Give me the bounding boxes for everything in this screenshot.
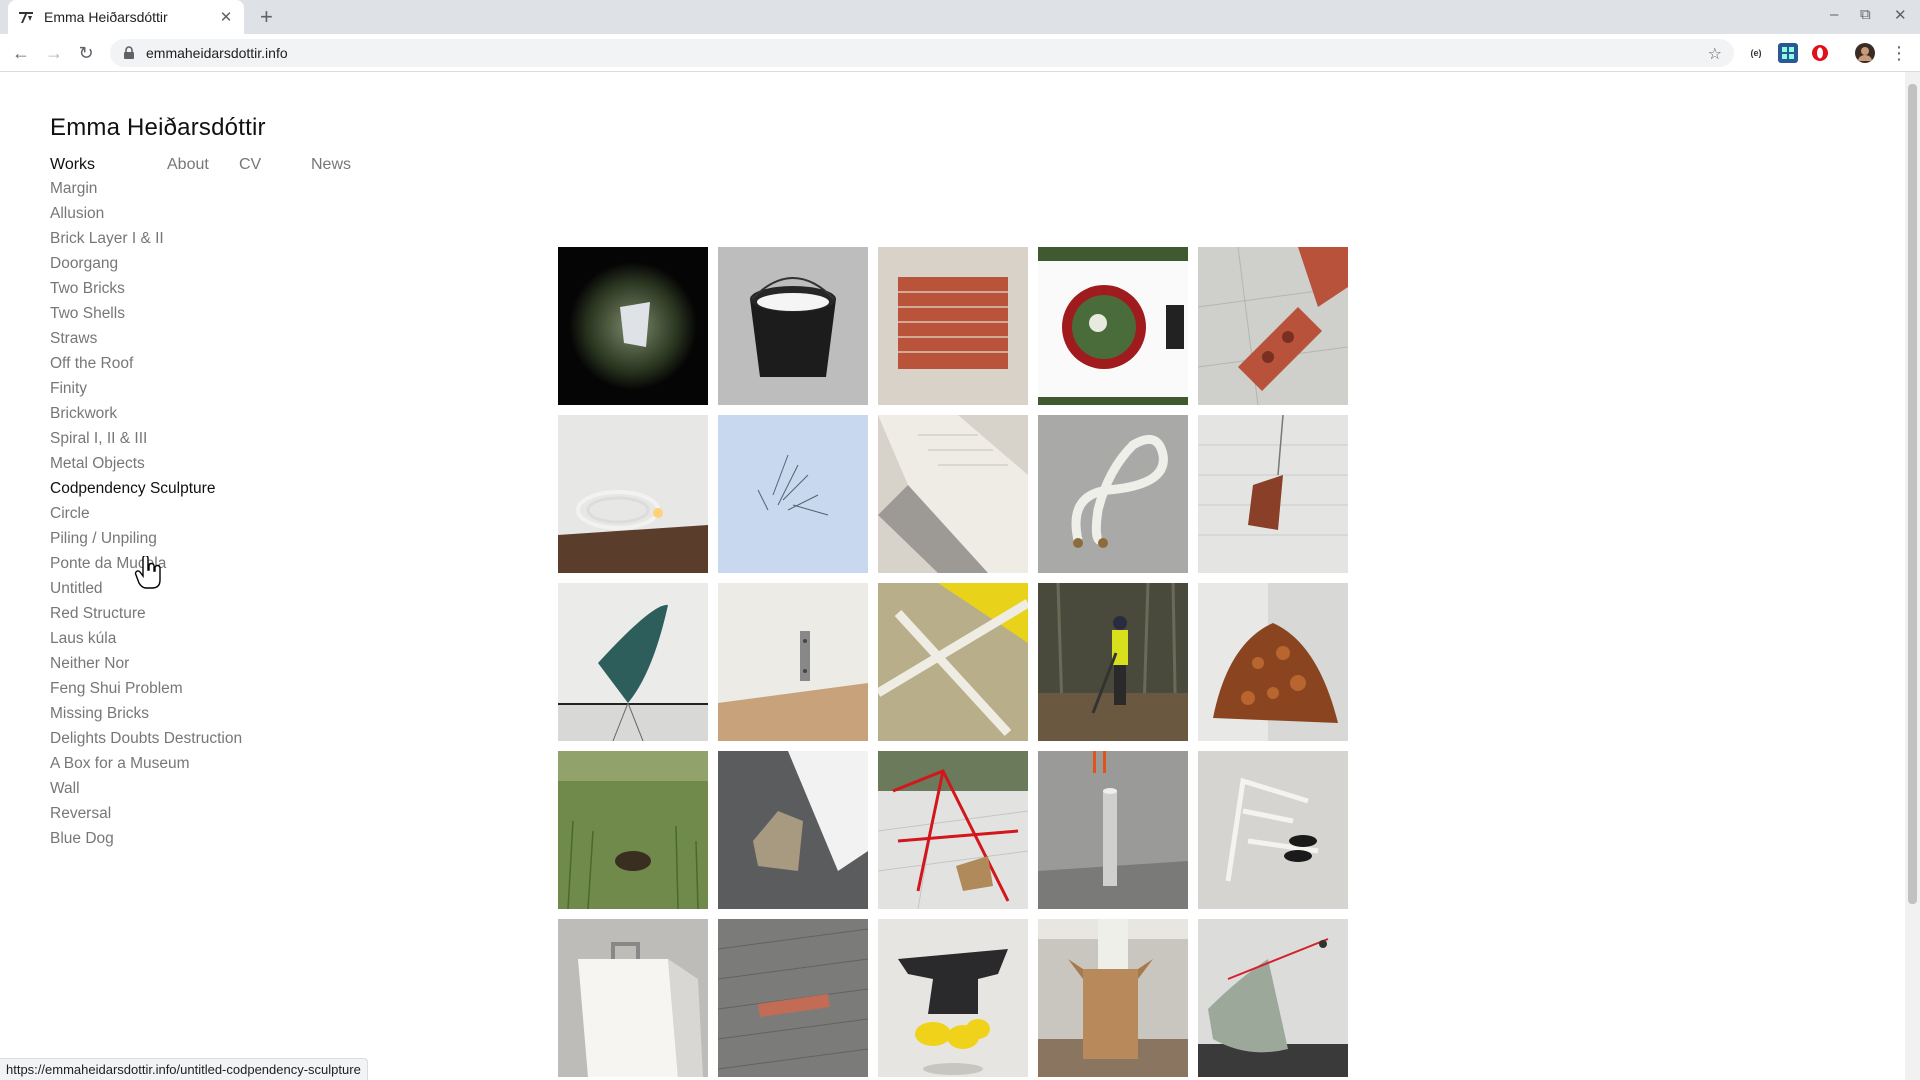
work-link[interactable]: Feng Shui Problem <box>50 676 242 701</box>
thumbnail-anvil[interactable] <box>878 919 1028 1077</box>
url-text: emmaheidarsdottir.info <box>146 45 288 61</box>
thumbnail-wall-plate[interactable] <box>718 583 868 741</box>
thumbnail-round-sign[interactable] <box>1038 247 1188 405</box>
tab-close-icon[interactable]: ✕ <box>218 8 234 26</box>
work-link[interactable]: Allusion <box>50 201 242 226</box>
thumbnail-leaf-pile[interactable] <box>1198 583 1348 741</box>
works-list: Margin Allusion Brick Layer I & II Doorg… <box>50 176 242 851</box>
work-link[interactable]: Wall <box>50 776 242 801</box>
hand-pointer-cursor-icon <box>134 556 161 589</box>
extension-grid-icon[interactable] <box>1778 43 1798 63</box>
thumbnail-white-box[interactable] <box>558 919 708 1077</box>
work-link[interactable]: Brickwork <box>50 401 242 426</box>
scrollbar-thumb[interactable] <box>1908 84 1917 904</box>
browser-toolbar: ← → ↻ emmaheidarsdottir.info ☆ (e) ⋮ <box>0 34 1920 72</box>
work-link[interactable]: Reversal <box>50 801 242 826</box>
thumbnail-white-steps[interactable] <box>878 415 1028 573</box>
link-status-bar: https://emmaheidarsdottir.info/untitled-… <box>0 1058 368 1080</box>
webpage: Emma Heiðarsdóttir Works About CV News M… <box>0 72 1905 1080</box>
site-favicon-icon <box>19 12 33 23</box>
work-link[interactable]: Missing Bricks <box>50 701 242 726</box>
window-close-icon[interactable]: ✕ <box>1894 6 1907 24</box>
thumbnail-brick-wall[interactable] <box>878 247 1028 405</box>
thumbnail-stone-in-corner[interactable] <box>718 751 868 909</box>
nav-about[interactable]: About <box>167 156 239 174</box>
thumbnail-dark-porthole[interactable] <box>558 247 708 405</box>
thumbnail-brick-chain[interactable] <box>1198 247 1348 405</box>
work-link[interactable]: Red Structure <box>50 601 242 626</box>
work-link[interactable]: Straws <box>50 326 242 351</box>
profile-avatar-icon[interactable] <box>1855 43 1875 63</box>
new-tab-icon[interactable]: + <box>260 5 273 29</box>
tab-strip: Emma Heiðarsdóttir ✕ + – ⧉ ✕ <box>0 0 1920 34</box>
main-nav: Works About CV News <box>50 156 371 174</box>
work-link[interactable]: Circle <box>50 501 242 526</box>
work-link[interactable]: Off the Roof <box>50 351 242 376</box>
reload-icon[interactable]: ↻ <box>75 42 97 64</box>
thumbnail-white-hose[interactable] <box>1038 415 1188 573</box>
vertical-scrollbar[interactable] <box>1905 72 1920 1080</box>
lock-icon <box>124 46 134 59</box>
opera-icon[interactable] <box>1810 43 1830 63</box>
site-title[interactable]: Emma Heiðarsdóttir <box>50 114 266 142</box>
thumbnail-pipes-on-yellow[interactable] <box>878 583 1028 741</box>
nav-news[interactable]: News <box>311 156 371 174</box>
minimize-icon[interactable]: – <box>1830 6 1838 23</box>
thumbnail-black-bucket[interactable] <box>718 247 868 405</box>
thumbnail-cable-lamp[interactable] <box>558 415 708 573</box>
work-link[interactable]: Two Shells <box>50 301 242 326</box>
work-link[interactable]: Two Bricks <box>50 276 242 301</box>
tab-title: Emma Heiðarsdóttir <box>44 9 168 25</box>
back-icon[interactable]: ← <box>10 42 32 64</box>
bookmark-star-icon[interactable]: ☆ <box>1708 44 1722 64</box>
thumbnail-paving-brick[interactable] <box>718 919 868 1077</box>
browser-menu-icon[interactable]: ⋮ <box>1888 42 1910 64</box>
work-link[interactable]: Blue Dog <box>50 826 242 851</box>
thumbnail-leaf-blower[interactable] <box>1038 583 1188 741</box>
thumbnail-bollard[interactable] <box>1038 751 1188 909</box>
address-bar[interactable]: emmaheidarsdottir.info ☆ <box>110 39 1734 67</box>
thumbnail-cracked-wall[interactable] <box>1198 415 1348 573</box>
work-link-hovered[interactable]: Codpendency Sculpture <box>50 476 242 501</box>
work-link[interactable]: Spiral I, II & III <box>50 426 242 451</box>
thumbnail-red-string-corner[interactable] <box>1198 919 1348 1077</box>
nav-works[interactable]: Works <box>50 156 167 174</box>
maximize-icon[interactable]: ⧉ <box>1860 6 1871 23</box>
works-thumbnail-grid <box>558 247 1348 1077</box>
work-link[interactable]: Finity <box>50 376 242 401</box>
thumbnail-green-cone-lamp[interactable] <box>558 583 708 741</box>
work-link[interactable]: Metal Objects <box>50 451 242 476</box>
work-link[interactable]: Margin <box>50 176 242 201</box>
thumbnail-red-structure[interactable] <box>878 751 1028 909</box>
extension-icon[interactable]: (e) <box>1746 43 1766 63</box>
work-link[interactable]: Laus kúla <box>50 626 242 651</box>
thumbnail-cardboard-column[interactable] <box>1038 919 1188 1077</box>
thumbnail-straws-on-blue[interactable] <box>718 415 868 573</box>
work-link[interactable]: Piling / Unpiling <box>50 526 242 551</box>
work-link[interactable]: Brick Layer I & II <box>50 226 242 251</box>
work-link[interactable]: A Box for a Museum <box>50 751 242 776</box>
thumbnail-chair-shoes[interactable] <box>1198 751 1348 909</box>
thumbnail-grass-field[interactable] <box>558 751 708 909</box>
forward-icon[interactable]: → <box>43 42 65 64</box>
work-link[interactable]: Neither Nor <box>50 651 242 676</box>
browser-tab[interactable]: Emma Heiðarsdóttir ✕ <box>8 0 244 34</box>
work-link[interactable]: Delights Doubts Destruction <box>50 726 242 751</box>
work-link[interactable]: Doorgang <box>50 251 242 276</box>
nav-cv[interactable]: CV <box>239 156 311 174</box>
